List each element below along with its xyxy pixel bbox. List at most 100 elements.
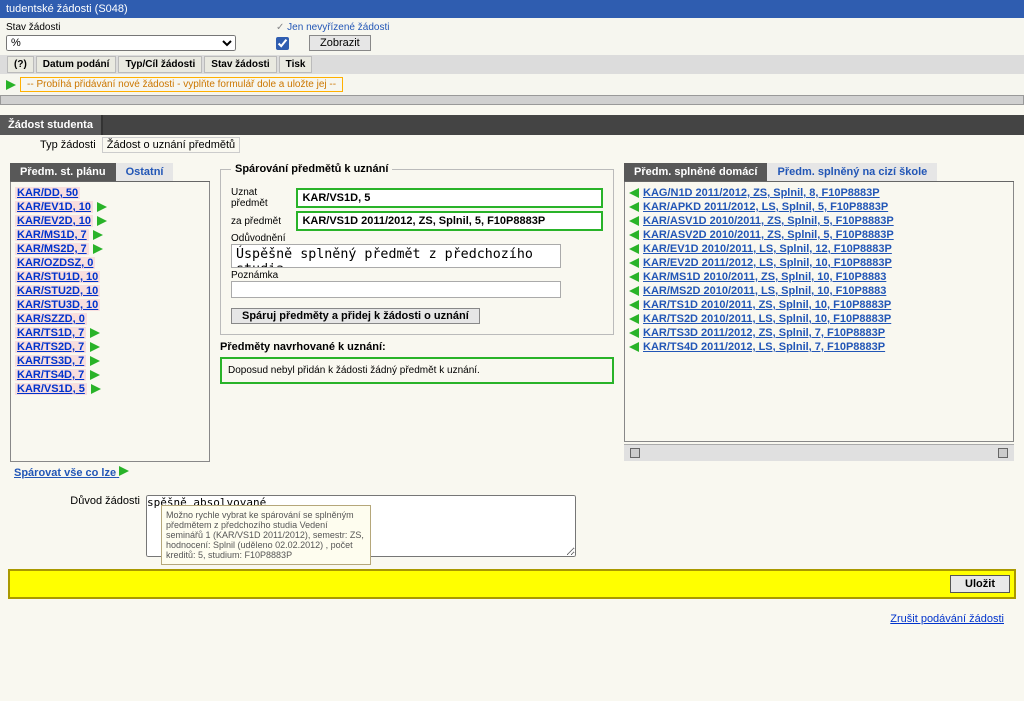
pending-checkbox[interactable] (276, 37, 289, 50)
left-item[interactable]: KAR/DD, 50 (15, 186, 205, 200)
state-label: Stav žádosti (6, 22, 236, 33)
col-state[interactable]: Stav žádosti (204, 56, 276, 73)
state-select[interactable]: % (6, 35, 236, 51)
arrow-right-icon[interactable] (93, 230, 103, 240)
arrow-right-icon[interactable] (93, 244, 103, 254)
arrow-left-icon[interactable] (629, 216, 639, 226)
col-date[interactable]: Datum podání (36, 56, 117, 73)
left-item[interactable]: KAR/TS3D, 7 (15, 354, 205, 368)
right-item-link[interactable]: KAR/TS3D 2011/2012, ZS, Splnil, 7, F10P8… (643, 327, 885, 339)
right-item[interactable]: KAR/EV2D 2011/2012, LS, Splnil, 10, F10P… (629, 256, 1009, 270)
left-item[interactable]: KAR/EV2D, 10 (15, 214, 205, 228)
arrow-left-icon[interactable] (629, 258, 639, 268)
arrow-left-icon[interactable] (629, 286, 639, 296)
left-item[interactable]: KAR/STU2D, 10 (15, 284, 205, 298)
left-item-link[interactable]: KAR/EV2D, 10 (15, 215, 93, 227)
arrow-right-icon[interactable] (90, 328, 100, 338)
arrow-left-icon[interactable] (629, 314, 639, 324)
arrow-left-icon[interactable] (629, 244, 639, 254)
arrow-right-icon[interactable] (97, 202, 107, 212)
arrow-left-icon[interactable] (629, 328, 639, 338)
right-tab-foreign[interactable]: Předm. splněný na cizí škole (767, 163, 937, 181)
col-print[interactable]: Tisk (279, 56, 313, 73)
right-item[interactable]: KAR/MS2D 2010/2011, LS, Splnil, 10, F10P… (629, 284, 1009, 298)
left-list[interactable]: KAR/DD, 50 KAR/EV1D, 10 KAR/EV2D, 10 KAR/MS… (10, 182, 210, 462)
show-button[interactable]: Zobrazit (309, 35, 371, 51)
right-item[interactable]: KAR/TS3D 2011/2012, ZS, Splnil, 7, F10P8… (629, 326, 1009, 340)
arrow-left-icon[interactable] (629, 202, 639, 212)
arrow-left-icon[interactable] (629, 342, 639, 352)
justif-input[interactable]: Úspěšně splněný předmět z předchozího st… (231, 244, 561, 268)
cancel-link[interactable]: Zrušit podávání žádosti (890, 613, 1004, 625)
left-item[interactable]: KAR/MS2D, 7 (15, 242, 205, 256)
right-item-link[interactable]: KAR/APKD 2011/2012, LS, Splnil, 5, F10P8… (643, 201, 888, 213)
right-item-link[interactable]: KAR/ASV2D 2010/2011, ZS, Splnil, 5, F10P… (643, 229, 894, 241)
left-item-link[interactable]: KAR/STU2D, 10 (15, 285, 100, 297)
right-item[interactable]: KAR/EV1D 2010/2011, LS, Splnil, 12, F10P… (629, 242, 1009, 256)
right-item-link[interactable]: KAR/EV1D 2010/2011, LS, Splnil, 12, F10P… (643, 243, 892, 255)
right-item[interactable]: KAR/MS1D 2010/2011, ZS, Splnil, 10, F10P… (629, 270, 1009, 284)
left-item[interactable]: KAR/TS2D, 7 (15, 340, 205, 354)
col-type[interactable]: Typ/Cíl žádosti (118, 56, 202, 73)
right-item-link[interactable]: KAR/MS1D 2010/2011, ZS, Splnil, 10, F10P… (643, 271, 886, 283)
right-item-link[interactable]: KAR/TS1D 2010/2011, ZS, Splnil, 10, F10P… (643, 299, 891, 311)
pair-all-link[interactable]: Spárovat vše co lze (10, 462, 133, 483)
scrollbar[interactable] (624, 444, 1014, 461)
arrow-right-icon[interactable] (97, 216, 107, 226)
left-item-link[interactable]: KAR/TS3D, 7 (15, 355, 86, 367)
right-item[interactable]: KAR/TS2D 2010/2011, LS, Splnil, 10, F10P… (629, 312, 1009, 326)
filter-row: Stav žádosti % ✓ Jen nevyřízené žádosti … (0, 18, 1024, 55)
left-item[interactable]: KAR/VS1D, 5 (15, 382, 205, 396)
right-tab-home[interactable]: Předm. splněné domácí (624, 163, 767, 181)
arrow-left-icon[interactable] (629, 300, 639, 310)
col-q: (?) (7, 56, 34, 73)
right-item[interactable]: KAR/TS4D 2011/2012, LS, Splnil, 7, F10P8… (629, 340, 1009, 354)
left-item[interactable]: KAR/SZZD, 0 (15, 312, 205, 326)
left-item[interactable]: KAR/STU1D, 10 (15, 270, 205, 284)
right-item[interactable]: KAR/APKD 2011/2012, LS, Splnil, 5, F10P8… (629, 200, 1009, 214)
pair-button[interactable]: Spáruj předměty a přidej k žádosti o uzn… (231, 308, 480, 324)
save-button[interactable]: Uložit (950, 575, 1010, 593)
arrow-right-icon[interactable] (91, 384, 101, 394)
arrow-left-icon[interactable] (629, 272, 639, 282)
left-item-link[interactable]: KAR/TS1D, 7 (15, 327, 86, 339)
for-value: KAR/VS1D 2011/2012, ZS, Splnil, 5, F10P8… (296, 211, 603, 231)
arrow-right-icon[interactable] (90, 342, 100, 352)
right-item[interactable]: KAR/TS1D 2010/2011, ZS, Splnil, 10, F10P… (629, 298, 1009, 312)
left-item-link[interactable]: KAR/MS2D, 7 (15, 243, 89, 255)
left-item[interactable]: KAR/TS1D, 7 (15, 326, 205, 340)
left-item-link[interactable]: KAR/STU1D, 10 (15, 271, 100, 283)
right-item[interactable]: KAG/N1D 2011/2012, ZS, Splnil, 8, F10P88… (629, 186, 1009, 200)
left-item-link[interactable]: KAR/STU3D, 10 (15, 299, 100, 311)
note-input[interactable] (231, 281, 561, 298)
right-item-link[interactable]: KAR/EV2D 2011/2012, LS, Splnil, 10, F10P… (643, 257, 892, 269)
main-tab[interactable]: Žádost studenta (0, 115, 103, 135)
left-item-link[interactable]: KAR/TS2D, 7 (15, 341, 86, 353)
right-item[interactable]: KAR/ASV2D 2010/2011, ZS, Splnil, 5, F10P… (629, 228, 1009, 242)
left-tab-other[interactable]: Ostatní (116, 163, 174, 181)
left-item-link[interactable]: KAR/DD, 50 (15, 187, 80, 199)
right-item-link[interactable]: KAR/ASV1D 2010/2011, ZS, Splnil, 5, F10P… (643, 215, 894, 227)
right-item[interactable]: KAR/ASV1D 2010/2011, ZS, Splnil, 5, F10P… (629, 214, 1009, 228)
left-item[interactable]: KAR/MS1D, 7 (15, 228, 205, 242)
right-list[interactable]: KAG/N1D 2011/2012, ZS, Splnil, 8, F10P88… (624, 182, 1014, 442)
left-item-link[interactable]: KAR/TS4D, 7 (15, 369, 86, 381)
right-item-link[interactable]: KAR/MS2D 2010/2011, LS, Splnil, 10, F10P… (643, 285, 886, 297)
left-item[interactable]: KAR/STU3D, 10 (15, 298, 205, 312)
arrow-left-icon[interactable] (629, 230, 639, 240)
left-tab-plan[interactable]: Předm. st. plánu (10, 163, 116, 181)
right-item-link[interactable]: KAG/N1D 2011/2012, ZS, Splnil, 8, F10P88… (643, 187, 880, 199)
right-item-link[interactable]: KAR/TS2D 2010/2011, LS, Splnil, 10, F10P… (643, 313, 891, 325)
left-item[interactable]: KAR/OZDSZ, 0 (15, 256, 205, 270)
arrow-right-icon[interactable] (90, 370, 100, 380)
left-item[interactable]: KAR/TS4D, 7 (15, 368, 205, 382)
left-item-link[interactable]: KAR/MS1D, 7 (15, 229, 89, 241)
right-item-link[interactable]: KAR/TS4D 2011/2012, LS, Splnil, 7, F10P8… (643, 341, 885, 353)
left-item-link[interactable]: KAR/SZZD, 0 (15, 313, 87, 325)
arrow-right-icon[interactable] (90, 356, 100, 366)
left-item-link[interactable]: KAR/VS1D, 5 (15, 383, 87, 395)
arrow-left-icon[interactable] (629, 188, 639, 198)
left-item[interactable]: KAR/EV1D, 10 (15, 200, 205, 214)
left-item-link[interactable]: KAR/EV1D, 10 (15, 201, 93, 213)
left-item-link[interactable]: KAR/OZDSZ, 0 (15, 257, 95, 269)
